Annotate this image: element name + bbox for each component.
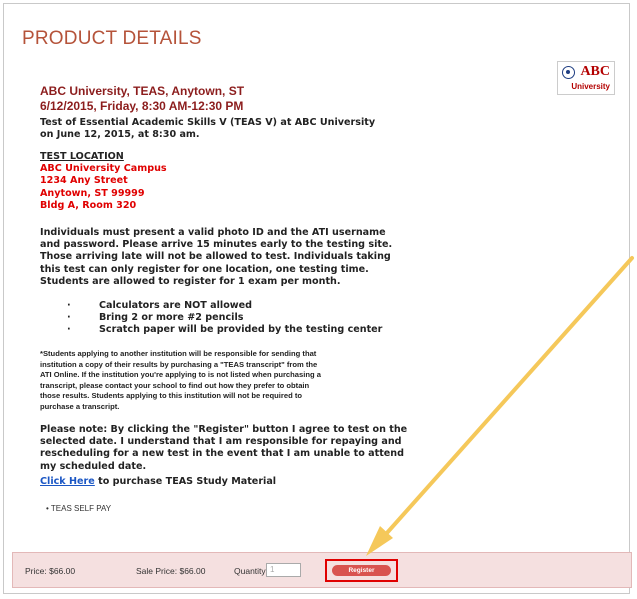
study-material-text: to purchase TEAS Study Material — [94, 476, 277, 487]
requirements-line: this test can only register for one loca… — [40, 263, 369, 275]
product-details-panel: PRODUCT DETAILS ABC University ABC Unive… — [3, 3, 632, 594]
logo-sub: University — [571, 82, 610, 91]
location-heading: TEST LOCATION — [40, 151, 124, 162]
list-item: · Bring 2 or more #2 pencils — [67, 312, 244, 324]
test-location: TEST LOCATION ABC University Campus 1234… — [40, 151, 167, 212]
requirements-line: Individuals must present a valid photo I… — [40, 227, 386, 238]
requirements-line: Those arriving late will not be allowed … — [40, 251, 391, 263]
schedule-line-1: ABC University, TEAS, Anytown, ST — [40, 84, 245, 98]
transcript-line: institution a copy of their results by p… — [40, 359, 318, 369]
transcript-notice: *Students applying to another institutio… — [40, 349, 600, 413]
note-line: rescheduling for a new test in the event… — [40, 448, 404, 460]
quantity-label: Quantity: — [234, 566, 269, 576]
note-line: Please note: By clicking the "Register" … — [40, 424, 408, 435]
rules-list: · Calculators are NOT allowed · Bring 2 or… — [67, 300, 382, 337]
location-line: Bldg A, Room 320 — [40, 199, 137, 211]
page-title: PRODUCT DETAILS — [22, 28, 202, 49]
logo-name: ABC — [580, 64, 610, 79]
note-line: selected date. I understand that I am re… — [40, 436, 402, 448]
sale-price-label: Sale Price: $66.00 — [136, 566, 206, 576]
location-line: 1234 Any Street — [40, 175, 128, 187]
abc-university-logo: ABC University — [557, 61, 615, 95]
register-note: Please note: By clicking the "Register" … — [40, 424, 407, 473]
transcript-line: transcript, please contact your school t… — [40, 380, 310, 390]
transcript-line: those results. Students applying to this… — [40, 391, 302, 401]
intro-line: Test of Essential Academic Skills V (TEA… — [40, 117, 376, 128]
intro-line: on June 12, 2015, at 8:30 am. — [40, 129, 200, 141]
study-material-line: Click Here to purchase TEAS Study Materi… — [40, 476, 276, 488]
transcript-line: ATI Online. If the institution you're ap… — [40, 370, 321, 380]
location-line: Anytown, ST 99999 — [40, 187, 145, 199]
seal-icon — [562, 66, 575, 79]
register-button[interactable]: Register — [332, 565, 391, 576]
requirements-line: and password. Please arrive 15 minutes e… — [40, 239, 393, 251]
schedule-line-2: 6/12/2015, Friday, 8:30 AM-12:30 PM — [40, 99, 244, 113]
register-highlight: Register — [325, 559, 398, 582]
self-pay-item: • TEAS SELF PAY — [46, 504, 112, 513]
requirements-line: Students are allowed to register for 1 e… — [40, 275, 341, 287]
quantity-input[interactable]: 1 — [266, 563, 301, 577]
list-item: · Calculators are NOT allowed — [67, 300, 253, 311]
location-line: ABC University Campus — [40, 163, 167, 175]
requirements-paragraph: Individuals must present a valid photo I… — [40, 227, 392, 288]
transcript-line: purchase a transcript. — [40, 401, 120, 411]
study-material-link[interactable]: Click Here — [40, 476, 95, 487]
list-item: · Scratch paper will be provided by the t… — [67, 324, 383, 336]
price-label: Price: $66.00 — [25, 566, 76, 576]
test-intro: Test of Essential Academic Skills V (TEA… — [40, 117, 375, 141]
purchase-bar: Price: $66.00 Sale Price: $66.00 Quantit… — [12, 552, 632, 588]
transcript-line: *Students applying to another institutio… — [40, 349, 317, 358]
note-line: my scheduled date. — [40, 460, 147, 472]
